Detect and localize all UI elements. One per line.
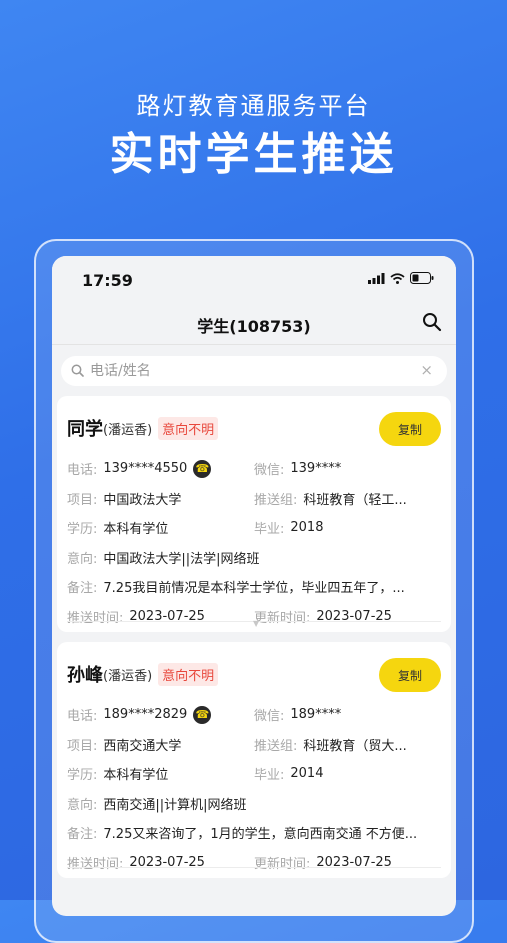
student-card[interactable]: 同学 (潘运香) 意向不明 复制 电话: 139****4550 ☎ 微信: 1… [57, 396, 451, 632]
graduation-field: 毕业: 2014 [254, 764, 441, 783]
wechat-value: 139**** [290, 461, 342, 477]
agent-name: (潘运香) [103, 422, 153, 438]
signal-icon [368, 272, 385, 284]
push-time-label: 推送时间: [67, 610, 124, 626]
phone-label: 电话: [67, 463, 98, 479]
project-value: 西南交通大学 [103, 738, 182, 754]
intent-field: 意向: 中国政法大学||法学|网络班 [67, 548, 435, 567]
graduation-value: 2018 [290, 520, 324, 536]
copy-button[interactable]: 复制 [379, 658, 441, 692]
education-label: 学历: [67, 768, 98, 784]
project-label: 项目: [67, 738, 98, 754]
phone-field: 电话: 139****4550 ☎ [67, 459, 254, 478]
note-label: 备注: [67, 827, 98, 843]
push-group-value: 科班教育（贸大... [303, 738, 407, 754]
student-card[interactable]: 孙峰 (潘运香) 意向不明 复制 电话: 189****2829 ☎ 微信: 1… [57, 642, 451, 878]
search-bar: × [61, 356, 447, 386]
search-icon [71, 362, 84, 381]
graduation-value: 2014 [290, 766, 324, 782]
detail-row: 电话: 189****2829 ☎ 微信: 189**** [67, 700, 441, 730]
wechat-label: 微信: [254, 463, 285, 479]
project-field: 项目: 西南交通大学 [67, 735, 254, 754]
wechat-label: 微信: [254, 709, 285, 725]
intent-value: 西南交通||计算机|网络班 [103, 797, 247, 813]
education-value: 本科有学位 [103, 522, 169, 538]
note-label: 备注: [67, 581, 98, 597]
update-time-field: 更新时间: 2023-07-25 [254, 607, 441, 626]
student-details: 电话: 139****4550 ☎ 微信: 139**** 项目: 中国政法大学… [67, 454, 441, 631]
detail-row: 备注: 7.25又来咨询了，1月的学生，意向西南交通 不方便... [67, 818, 441, 848]
promo-title: 实时学生推送 [109, 129, 398, 180]
push-time-field: 推送时间: 2023-07-25 [67, 607, 254, 626]
phone-value: 139****4550 [103, 461, 188, 477]
detail-row: 项目: 西南交通大学 推送组: 科班教育（贸大... [67, 730, 441, 760]
search-input[interactable] [88, 362, 412, 380]
note-value: 7.25我目前情况是本科学士学位，毕业四五年了，... [103, 581, 405, 597]
phone-value: 189****2829 [103, 707, 188, 723]
graduation-field: 毕业: 2018 [254, 518, 441, 537]
note-field: 备注: 7.25又来咨询了，1月的学生，意向西南交通 不方便... [67, 823, 435, 842]
push-group-field: 推送组: 科班教育（轻工... [254, 489, 441, 508]
graduation-label: 毕业: [254, 522, 285, 538]
phone-label: 电话: [67, 709, 98, 725]
education-label: 学历: [67, 522, 98, 538]
intent-value: 中国政法大学||法学|网络班 [103, 551, 260, 567]
update-time-label: 更新时间: [254, 610, 311, 626]
student-details: 电话: 189****2829 ☎ 微信: 189**** 项目: 西南交通大学… [67, 700, 441, 877]
update-time-label: 更新时间: [254, 856, 311, 872]
intent-label: 意向: [67, 797, 98, 813]
divider [67, 867, 441, 868]
intent-field: 意向: 西南交通||计算机|网络班 [67, 794, 435, 813]
navbar: 学生(108753) [52, 304, 456, 345]
student-name: 孙峰 [67, 665, 103, 686]
note-field: 备注: 7.25我目前情况是本科学士学位，毕业四五年了，... [67, 577, 435, 596]
push-time-label: 推送时间: [67, 856, 124, 872]
push-time-field: 推送时间: 2023-07-25 [67, 853, 254, 872]
phone-call-icon[interactable]: ☎ [193, 705, 212, 724]
status-time: 17:59 [82, 271, 133, 290]
update-time-field: 更新时间: 2023-07-25 [254, 853, 441, 872]
graduation-label: 毕业: [254, 768, 285, 784]
education-field: 学历: 本科有学位 [67, 764, 254, 783]
intent-status-badge: 意向不明 [158, 416, 219, 440]
project-label: 项目: [67, 492, 98, 508]
detail-row: 推送时间: 2023-07-25 更新时间: 2023-07-25 [67, 848, 441, 878]
student-name: 同学 [67, 419, 103, 440]
copy-button[interactable]: 复制 [379, 412, 441, 446]
push-group-label: 推送组: [254, 738, 298, 754]
detail-row: 意向: 西南交通||计算机|网络班 [67, 789, 441, 819]
education-value: 本科有学位 [103, 768, 169, 784]
detail-row: 电话: 139****4550 ☎ 微信: 139**** [67, 454, 441, 484]
project-field: 项目: 中国政法大学 [67, 489, 254, 508]
detail-row: 学历: 本科有学位 毕业: 2018 [67, 513, 441, 543]
intent-label: 意向: [67, 551, 98, 567]
project-value: 中国政法大学 [103, 492, 182, 508]
detail-row: 学历: 本科有学位 毕业: 2014 [67, 759, 441, 789]
education-field: 学历: 本科有学位 [67, 518, 254, 537]
phone-screen: 17:59 学生(108753) 电话/姓名 × 同学 (潘运香) 意向不明 复… [52, 256, 456, 916]
phone-field: 电话: 189****2829 ☎ [67, 705, 254, 724]
search-icon[interactable] [422, 312, 442, 336]
wechat-value: 189**** [290, 707, 342, 723]
battery-icon [410, 272, 434, 284]
status-icons [368, 272, 434, 284]
clear-icon[interactable]: × [420, 361, 433, 379]
note-value: 7.25又来咨询了，1月的学生，意向西南交通 不方便... [103, 827, 418, 843]
status-bar: 17:59 [52, 256, 456, 304]
wifi-icon [390, 272, 405, 284]
detail-row: 项目: 中国政法大学 推送组: 科班教育（轻工... [67, 484, 441, 514]
push-group-field: 推送组: 科班教育（贸大... [254, 735, 441, 754]
intent-status-badge: 意向不明 [158, 662, 219, 686]
wechat-field: 微信: 139**** [254, 459, 441, 478]
expand-caret-icon[interactable]: ▼ [253, 619, 259, 628]
push-group-value: 科班教育（轻工... [303, 492, 407, 508]
agent-name: (潘运香) [103, 668, 153, 684]
phone-call-icon[interactable]: ☎ [193, 459, 212, 478]
promo-subtitle: 路灯教育通服务平台 [136, 92, 371, 120]
detail-row: 备注: 7.25我目前情况是本科学士学位，毕业四五年了，... [67, 572, 441, 602]
page-title: 学生(108753) [197, 317, 311, 336]
wechat-field: 微信: 189**** [254, 705, 441, 724]
push-group-label: 推送组: [254, 492, 298, 508]
detail-row: 意向: 中国政法大学||法学|网络班 [67, 543, 441, 573]
